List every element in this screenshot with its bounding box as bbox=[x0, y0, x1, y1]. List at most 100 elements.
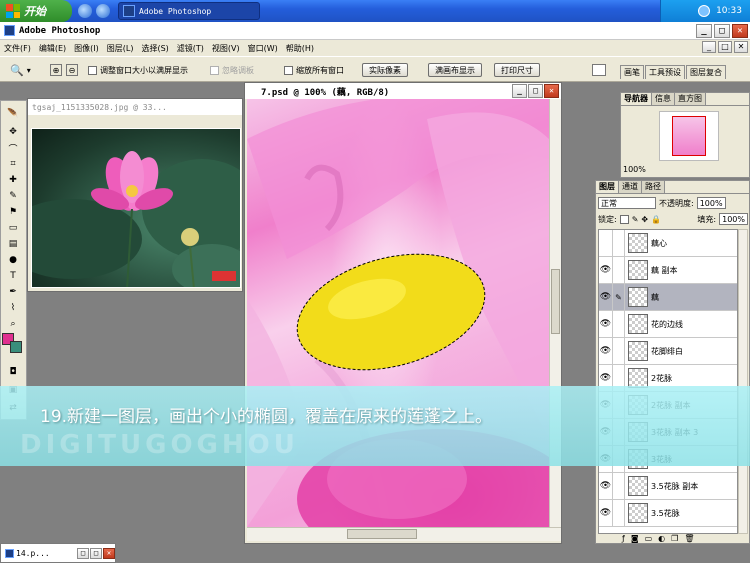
link-icon[interactable] bbox=[613, 499, 625, 527]
layer-row[interactable]: 👁 花的边线 bbox=[599, 310, 737, 338]
new-set-icon[interactable]: ▭ bbox=[645, 534, 653, 544]
zoom-tool-icon[interactable]: ⌕ bbox=[5, 317, 21, 331]
zoom-out-button[interactable]: ⊖ bbox=[66, 63, 78, 77]
layer-row[interactable]: 👁 3.5花脉 副本 bbox=[599, 472, 737, 500]
doc2-minimize-button[interactable]: _ bbox=[512, 84, 527, 98]
tab-navigator[interactable]: 导航器 bbox=[621, 93, 652, 105]
internet-explorer-icon[interactable] bbox=[78, 4, 92, 18]
brush-icon[interactable]: ✎ bbox=[613, 283, 625, 311]
lasso-tool-icon[interactable]: ⌒ bbox=[5, 141, 21, 155]
pen-tool-icon[interactable]: ✒ bbox=[5, 285, 21, 299]
lock-all-icon[interactable]: 🔒 bbox=[651, 215, 661, 224]
tab-layer-comps[interactable]: 图层复合 bbox=[686, 65, 726, 79]
min-maximize-button[interactable]: □ bbox=[90, 547, 102, 559]
minimize-button[interactable]: _ bbox=[696, 24, 712, 38]
eyedropper-tool-icon[interactable]: ⌇ bbox=[5, 301, 21, 315]
print-size-button[interactable]: 打印尺寸 bbox=[494, 63, 540, 77]
visibility-eye-icon[interactable]: 👁 bbox=[599, 337, 613, 365]
min-restore-button[interactable]: □ bbox=[77, 547, 89, 559]
new-layer-icon[interactable]: ❐ bbox=[671, 534, 678, 544]
horizontal-scrollbar[interactable] bbox=[247, 527, 561, 541]
doc-minimize-button[interactable]: _ bbox=[702, 41, 716, 53]
layer-row[interactable]: 👁 花脚绯白 bbox=[599, 337, 737, 365]
palette-well-icon[interactable] bbox=[592, 63, 606, 77]
delete-layer-icon[interactable]: 🗑 bbox=[684, 534, 694, 544]
min-close-button[interactable]: ✕ bbox=[103, 547, 115, 559]
zoom-in-button[interactable]: ⊕ bbox=[50, 63, 62, 77]
visibility-eye-icon[interactable]: 👁 bbox=[599, 256, 613, 284]
eraser-tool-icon[interactable]: ▭ bbox=[5, 221, 21, 235]
fit-screen-button[interactable]: 满画布显示 bbox=[428, 63, 482, 77]
blend-mode-select[interactable]: 正常 bbox=[598, 197, 656, 209]
background-color-swatch[interactable] bbox=[10, 341, 22, 353]
link-icon[interactable] bbox=[613, 230, 625, 257]
menu-file[interactable]: 文件(F) bbox=[4, 43, 31, 54]
menu-edit[interactable]: 编辑(E) bbox=[39, 43, 66, 54]
doc2-maximize-button[interactable]: □ bbox=[528, 84, 543, 98]
tab-tool-presets[interactable]: 工具预设 bbox=[645, 65, 685, 79]
document-window-lotus-photo[interactable]: tgsaj_1151335028.jpg @ 33... bbox=[27, 98, 243, 292]
visibility-eye-icon[interactable]: 👁 bbox=[599, 499, 613, 527]
menu-view[interactable]: 视图(V) bbox=[212, 43, 240, 54]
start-button[interactable]: 开始 bbox=[0, 0, 72, 22]
close-button[interactable]: ✕ bbox=[732, 24, 748, 38]
zoom-tool-preset[interactable]: 🔍 ▾ bbox=[10, 63, 31, 77]
checkbox[interactable] bbox=[210, 65, 219, 75]
layer-row[interactable]: 👁 藕 副本 bbox=[599, 256, 737, 284]
fill-input[interactable]: 100% bbox=[719, 213, 748, 225]
taskbar-item-photoshop[interactable]: Adobe Photoshop bbox=[118, 2, 260, 20]
menu-filter[interactable]: 滤镜(T) bbox=[177, 43, 204, 54]
lock-brush-icon[interactable]: ✎ bbox=[632, 215, 639, 224]
scrollbar-thumb[interactable] bbox=[551, 269, 560, 334]
type-tool-icon[interactable]: T bbox=[5, 269, 21, 283]
link-icon[interactable] bbox=[613, 310, 625, 338]
doc-restore-button[interactable]: □ bbox=[718, 41, 732, 53]
layers-scrollbar[interactable] bbox=[738, 229, 748, 534]
layer-style-icon[interactable]: ƒ bbox=[622, 534, 625, 544]
checkbox[interactable] bbox=[284, 65, 293, 75]
navigator-zoom[interactable]: 100% bbox=[623, 165, 646, 174]
visibility-eye-icon[interactable]: 👁 bbox=[599, 283, 613, 311]
menu-help[interactable]: 帮助(H) bbox=[286, 43, 314, 54]
link-icon[interactable] bbox=[613, 256, 625, 284]
view-box[interactable] bbox=[672, 116, 706, 156]
doc2-close-button[interactable]: ✕ bbox=[544, 84, 559, 98]
doc-close-button[interactable]: ✕ bbox=[734, 41, 748, 53]
tab-brushes[interactable]: 画笔 bbox=[620, 65, 644, 79]
move-tool-icon[interactable]: ✥ bbox=[5, 125, 21, 139]
brush-tool-icon[interactable]: ✎ bbox=[5, 189, 21, 203]
gradient-tool-icon[interactable]: ▤ bbox=[5, 237, 21, 251]
navigator-preview[interactable] bbox=[659, 111, 719, 161]
lock-transparency-button[interactable] bbox=[619, 214, 629, 224]
tab-channels[interactable]: 通道 bbox=[619, 181, 642, 193]
tab-layers[interactable]: 图层 bbox=[596, 181, 619, 193]
menu-select[interactable]: 选择(S) bbox=[141, 43, 168, 54]
restore-button[interactable]: □ bbox=[714, 24, 730, 38]
volume-icon[interactable] bbox=[698, 5, 711, 17]
tab-paths[interactable]: 路径 bbox=[642, 181, 665, 193]
crop-tool-icon[interactable]: ⌗ bbox=[5, 157, 21, 171]
visibility-eye-icon[interactable]: 👁 bbox=[599, 310, 613, 338]
menu-window[interactable]: 窗口(W) bbox=[248, 43, 278, 54]
add-mask-icon[interactable]: ◙ bbox=[631, 534, 639, 544]
menu-image[interactable]: 图像(I) bbox=[74, 43, 99, 54]
resize-window-checkbox[interactable]: 调整窗口大小以满屏显示 bbox=[88, 63, 188, 77]
scrollbar-thumb[interactable] bbox=[347, 529, 417, 539]
opacity-input[interactable]: 100% bbox=[696, 197, 726, 209]
checkbox[interactable] bbox=[88, 65, 97, 75]
link-icon[interactable] bbox=[613, 472, 625, 500]
visibility-eye-icon[interactable]: 👁 bbox=[599, 472, 613, 500]
menu-layer[interactable]: 图层(L) bbox=[107, 43, 134, 54]
zoom-all-checkbox[interactable]: 缩放所有窗口 bbox=[284, 63, 344, 77]
tab-histogram[interactable]: 直方图 bbox=[675, 93, 706, 105]
ignore-palettes-checkbox[interactable]: 忽略调板 bbox=[210, 63, 254, 77]
adjustment-layer-icon[interactable]: ◐ bbox=[658, 534, 665, 544]
layer-row[interactable]: 👁 ✎ 藕 bbox=[599, 283, 737, 311]
outlook-icon[interactable] bbox=[96, 4, 110, 18]
tab-info[interactable]: 信息 bbox=[652, 93, 675, 105]
quick-mask-icon[interactable]: ◘ bbox=[5, 365, 21, 379]
layer-row[interactable]: 藕心 bbox=[599, 230, 737, 257]
lock-move-icon[interactable]: ✥ bbox=[641, 215, 648, 224]
minimized-document[interactable]: 14.p... □ □ ✕ bbox=[0, 543, 116, 563]
actual-pixels-button[interactable]: 实际像素 bbox=[362, 63, 408, 77]
